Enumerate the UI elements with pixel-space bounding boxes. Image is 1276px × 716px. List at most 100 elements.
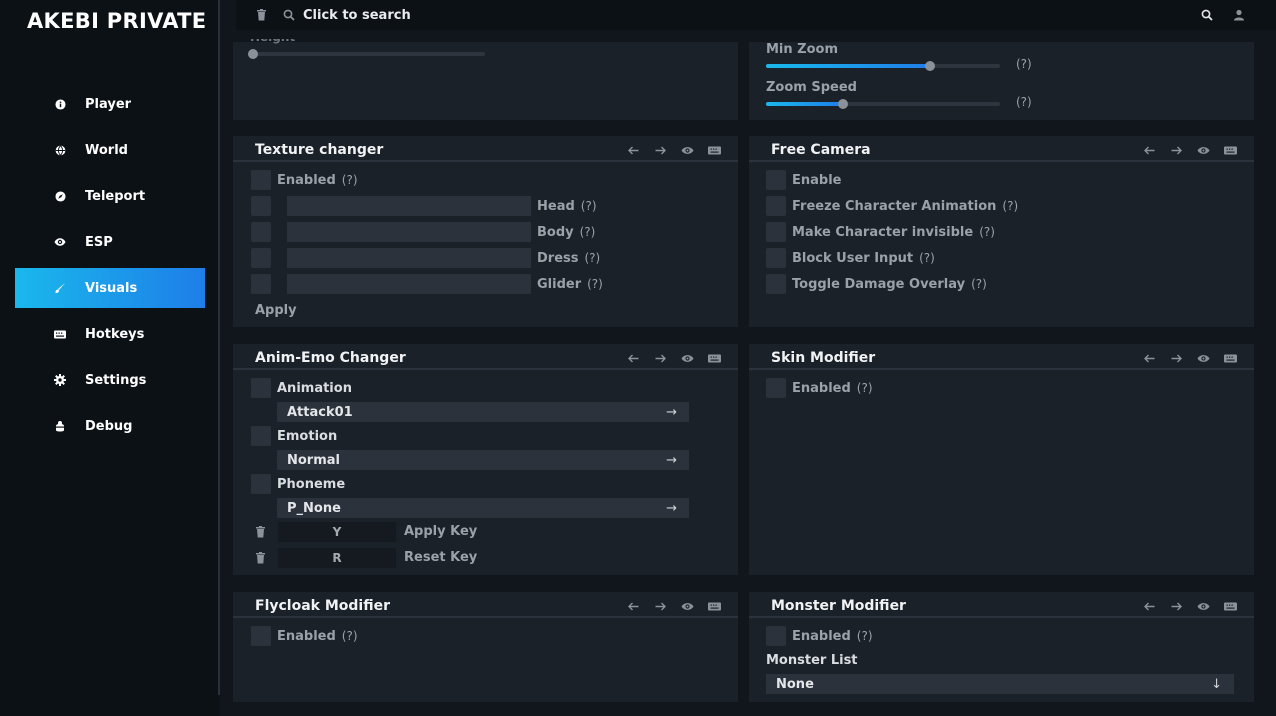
help-icon[interactable]: (?) [919,251,935,265]
skin-enabled-checkbox[interactable] [766,378,786,398]
texture-row-body: Body (?) [251,222,595,242]
height-slider-thumb[interactable] [248,49,259,59]
eye-icon[interactable] [679,351,695,365]
arrow-left-icon[interactable] [625,143,641,157]
arrow-right-icon[interactable] [652,599,668,613]
panel-header-icons [625,143,722,157]
min-zoom-slider-thumb[interactable] [924,61,935,71]
sidebar-item-esp[interactable]: ESP [15,222,205,262]
select-value: P_None [287,500,341,516]
zoom-speed-help[interactable]: (?) [1016,95,1032,109]
help-icon[interactable]: (?) [1002,199,1018,213]
texture-body-checkbox[interactable] [251,222,271,242]
monster-enabled-help[interactable]: (?) [857,629,873,643]
keyboard-icon[interactable] [706,599,722,613]
user-icon[interactable] [1231,7,1247,23]
panel-header: Flycloak Modifier [233,592,738,618]
texture-apply-button[interactable]: Apply [255,303,297,318]
eye-icon[interactable] [679,143,695,157]
trash-icon[interactable] [255,552,267,564]
eye-icon[interactable] [1195,143,1211,157]
free-camera-checkbox[interactable] [766,274,786,294]
sidebar-item-debug[interactable]: Debug [15,406,205,446]
eye-icon[interactable] [1195,351,1211,365]
texture-row-dress: Dress (?) [251,248,600,268]
texture-head-checkbox[interactable] [251,196,271,216]
monster-list-dropdown[interactable]: None ↓ [766,674,1234,694]
arrow-right-icon[interactable] [1168,599,1184,613]
search-button-icon[interactable] [1199,7,1215,23]
arrow-right-icon[interactable] [1168,351,1184,365]
help-icon[interactable]: (?) [971,277,987,291]
arrow-right-icon[interactable] [1168,143,1184,157]
flycloak-enabled-help[interactable]: (?) [342,629,358,643]
animation-select[interactable]: Attack01 → [277,402,689,422]
free-camera-checkbox[interactable] [766,196,786,216]
keyboard-icon[interactable] [1222,351,1238,365]
eye-icon[interactable] [1195,599,1211,613]
emotion-checkbox[interactable] [251,426,271,446]
help-icon[interactable]: (?) [979,225,995,239]
globe-icon [54,144,66,156]
sidebar-item-visuals[interactable]: Visuals [15,268,205,308]
sidebar-item-player[interactable]: Player [15,84,205,124]
skin-enabled-help[interactable]: (?) [857,381,873,395]
texture-glider-input[interactable] [287,274,531,294]
texture-enabled-checkbox[interactable] [251,170,271,190]
sidebar-item-teleport[interactable]: Teleport [15,176,205,216]
sidebar-item-hotkeys[interactable]: Hotkeys [15,314,205,354]
trash-icon[interactable] [255,526,267,538]
keyboard-icon[interactable] [1222,599,1238,613]
arrow-right-icon[interactable] [652,351,668,365]
min-zoom-slider-fill [766,64,930,68]
keyboard-icon[interactable] [1222,143,1238,157]
sidebar-item-settings[interactable]: Settings [15,360,205,400]
hotkey-label: Apply Key [404,524,478,539]
zoom-speed-slider[interactable] [766,99,1000,109]
free-camera-checkbox[interactable] [766,170,786,190]
hotkey-input[interactable]: Y [278,522,396,542]
height-slider[interactable] [248,49,485,59]
min-zoom-slider[interactable] [766,61,1000,71]
free-camera-checkbox[interactable] [766,222,786,242]
free-camera-checkbox[interactable] [766,248,786,268]
texture-head-input[interactable] [287,196,531,216]
app-logo: AKEBI PRIVATE [27,9,207,33]
min-zoom-help[interactable]: (?) [1016,57,1032,71]
help-icon[interactable]: (?) [580,225,596,239]
texture-dress-input[interactable] [287,248,531,268]
phoneme-checkbox[interactable] [251,474,271,494]
texture-enabled-help[interactable]: (?) [342,173,358,187]
search-input[interactable]: Click to search [303,8,1183,23]
arrow-left-icon[interactable] [1141,143,1157,157]
texture-glider-checkbox[interactable] [251,274,271,294]
arrow-right-icon: → [666,500,677,516]
emotion-label: Emotion [277,428,338,444]
keyboard-icon[interactable] [706,143,722,157]
arrow-right-icon[interactable] [652,143,668,157]
phoneme-select[interactable]: P_None → [277,498,689,518]
arrow-left-icon[interactable] [1141,351,1157,365]
texture-body-input[interactable] [287,222,531,242]
help-icon[interactable]: (?) [587,277,603,291]
arrow-left-icon[interactable] [1141,599,1157,613]
arrow-left-icon[interactable] [625,351,641,365]
arrow-right-icon: → [666,452,677,468]
keyboard-icon [54,328,66,340]
skin-modifier-panel: Skin Modifier Enabled (?) [749,344,1254,575]
sidebar-item-world[interactable]: World [15,130,205,170]
emotion-select[interactable]: Normal → [277,450,689,470]
help-icon[interactable]: (?) [581,199,597,213]
keyboard-icon[interactable] [706,351,722,365]
animation-checkbox[interactable] [251,378,271,398]
eye-icon[interactable] [679,599,695,613]
flycloak-enabled-checkbox[interactable] [251,626,271,646]
monster-enabled-checkbox[interactable] [766,626,786,646]
free-camera-option: Make Character invisible (?) [766,222,995,242]
hotkey-input[interactable]: R [278,548,396,568]
trash-icon[interactable] [253,7,269,23]
texture-dress-checkbox[interactable] [251,248,271,268]
arrow-left-icon[interactable] [625,599,641,613]
help-icon[interactable]: (?) [585,251,601,265]
zoom-speed-slider-thumb[interactable] [838,99,849,109]
